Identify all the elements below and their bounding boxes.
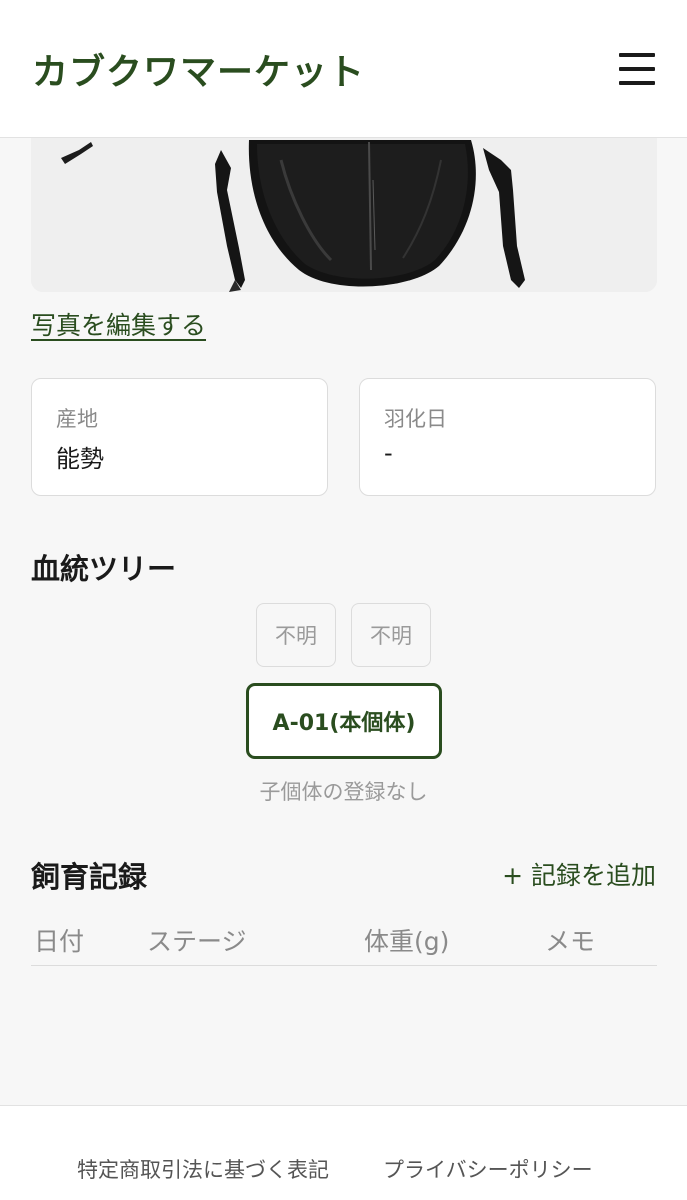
- mother-node[interactable]: 不明: [351, 603, 431, 667]
- origin-value: 能勢: [56, 445, 104, 473]
- hamburger-icon[interactable]: [619, 52, 655, 85]
- father-node[interactable]: 不明: [256, 603, 336, 667]
- column-date: 日付: [34, 927, 85, 956]
- column-weight: 体重(g): [364, 927, 450, 956]
- add-record-button[interactable]: + 記録を追加: [502, 856, 656, 892]
- column-stage: ステージ: [147, 927, 247, 956]
- edit-photo-link[interactable]: 写真を編集する: [31, 306, 206, 342]
- beetle-photo: [31, 120, 657, 292]
- breeding-records-title: 飼育記録: [31, 860, 148, 894]
- origin-card: 産地 能勢: [31, 378, 328, 496]
- brand-logo[interactable]: カブクワマーケット: [32, 43, 365, 95]
- site-header: カブクワマーケット: [0, 0, 687, 138]
- no-children-text: 子個体の登録なし: [259, 780, 428, 804]
- privacy-policy-link[interactable]: プライバシーポリシー: [383, 1154, 593, 1184]
- records-table-header: 日付 ステージ 体重(g) メモ: [31, 918, 657, 966]
- emergence-date-card: 羽化日 -: [359, 378, 656, 496]
- emergence-date-value: -: [384, 439, 393, 467]
- site-footer: 特定商取引法に基づく表記 プライバシーポリシー: [0, 1105, 687, 1200]
- emergence-date-label: 羽化日: [384, 407, 447, 431]
- column-memo: メモ: [545, 927, 596, 956]
- legal-notice-link[interactable]: 特定商取引法に基づく表記: [77, 1154, 329, 1184]
- self-node[interactable]: A-01(本個体): [246, 683, 442, 759]
- lineage-tree-title: 血統ツリー: [31, 552, 177, 586]
- origin-label: 産地: [56, 407, 98, 431]
